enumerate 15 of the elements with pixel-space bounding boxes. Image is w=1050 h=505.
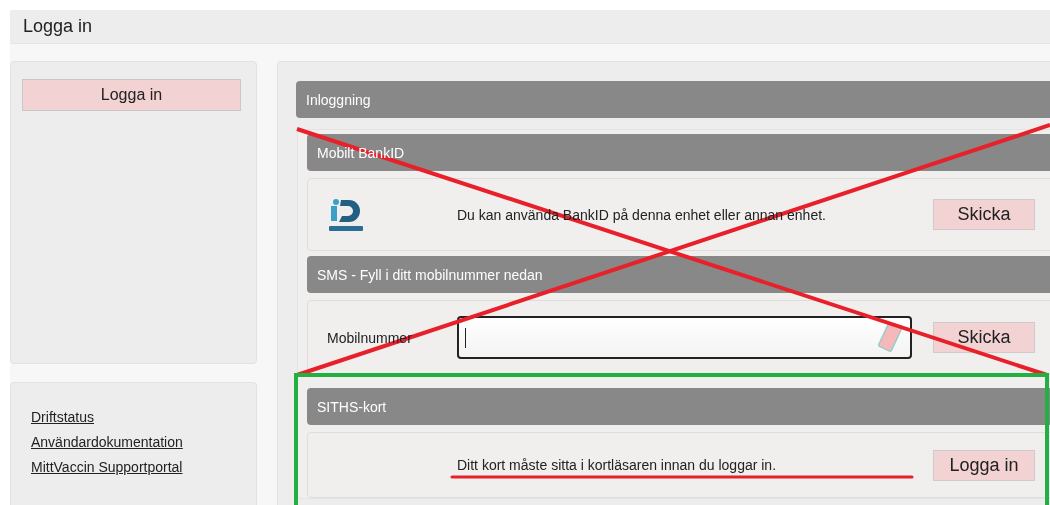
panel-header: Inloggning — [296, 81, 1050, 118]
page-title: Logga in — [23, 16, 93, 37]
sidebar-link[interactable]: MittVaccin Supportportal — [31, 458, 183, 475]
submit-button[interactable]: Logga in — [933, 449, 1035, 481]
sidebar-link[interactable]: Användardokumentation — [31, 433, 183, 450]
id-card-logo-icon — [327, 196, 365, 233]
section-header: SITHS-kort — [317, 398, 387, 415]
submit-button[interactable]: Skicka — [933, 322, 1035, 353]
field-label: Mobilnummer — [327, 329, 413, 346]
section-header: SMS - Fyll i ditt mobilnummer nedan — [317, 266, 543, 283]
submit-button[interactable]: Skicka — [933, 199, 1035, 230]
phone-input-field[interactable] — [457, 316, 912, 359]
login-button[interactable]: Logga in — [22, 79, 241, 111]
sidebar-link[interactable]: Driftstatus — [31, 408, 94, 425]
info-text: Ditt kort måste sitta i kortläsaren innan du loggar in. — [457, 457, 778, 473]
